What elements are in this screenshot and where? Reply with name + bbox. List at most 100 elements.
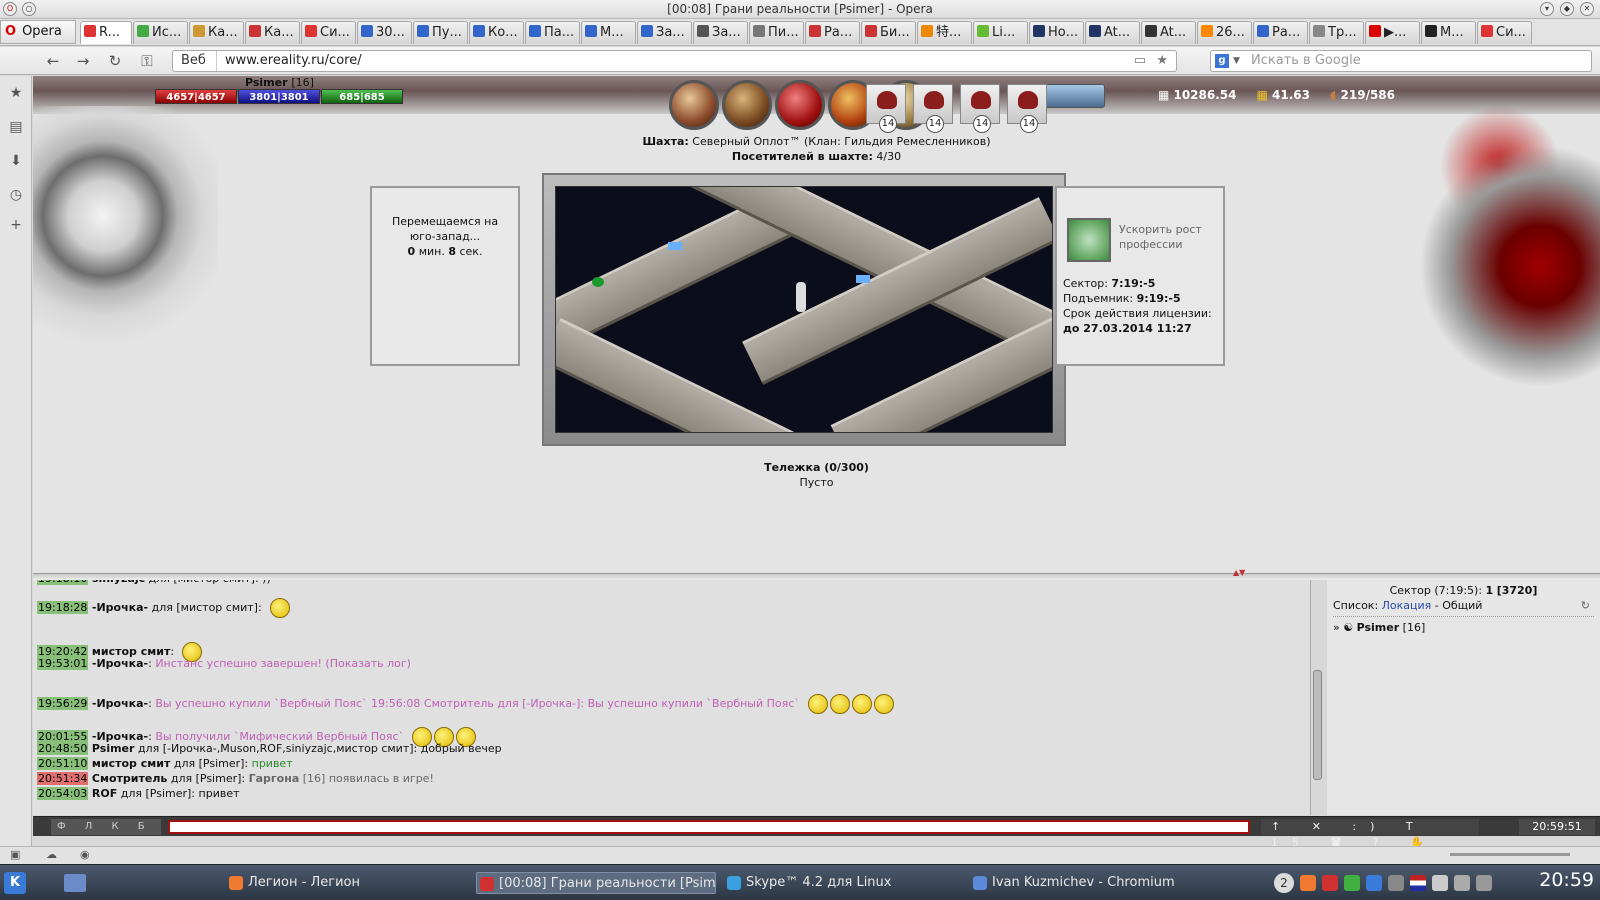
message-author[interactable]: Смотритель bbox=[92, 772, 167, 785]
character-portrait-icon[interactable] bbox=[669, 80, 719, 130]
browser-tab[interactable]: Ка... bbox=[245, 21, 300, 44]
map-wings-icon[interactable] bbox=[1045, 84, 1105, 108]
inventory-chest-icon[interactable] bbox=[722, 80, 772, 130]
add-panel-icon[interactable]: + bbox=[7, 216, 25, 234]
chat-tool-buttons[interactable]: ↑ ✕ :) T 15 ◙ ? ✋ bbox=[1261, 819, 1479, 849]
browser-tab[interactable]: Пи... bbox=[749, 21, 804, 44]
message-timestamp[interactable]: 19:53:01 bbox=[37, 657, 89, 670]
message-timestamp[interactable]: 20:54:03 bbox=[37, 787, 89, 800]
browser-tab[interactable]: 30... bbox=[357, 21, 412, 44]
bookmark-star-icon[interactable]: ★ bbox=[1156, 51, 1168, 71]
bookmarks-star-icon[interactable]: ★ bbox=[7, 84, 25, 102]
crystal[interactable] bbox=[856, 275, 870, 283]
message-author[interactable]: Psimer bbox=[92, 742, 135, 755]
browser-tab[interactable]: Си... bbox=[301, 21, 356, 44]
file-manager-icon[interactable] bbox=[64, 874, 86, 892]
player-name[interactable]: Psimer [16] bbox=[245, 76, 314, 89]
opera-tray-icon[interactable] bbox=[1322, 875, 1338, 891]
online-player-name[interactable]: Psimer bbox=[1357, 621, 1400, 634]
browser-tab[interactable]: ▶... bbox=[1365, 21, 1420, 44]
clan-flag[interactable]: 14 bbox=[866, 84, 906, 133]
chat-filter-buttons[interactable]: Ф Л К Б bbox=[51, 819, 161, 835]
zoom-slider[interactable] bbox=[1450, 853, 1570, 856]
network-tray-icon[interactable] bbox=[1366, 875, 1382, 891]
refresh-icon[interactable]: ↻ bbox=[1581, 598, 1590, 613]
search-dropdown-icon[interactable]: ▼ bbox=[1233, 51, 1240, 71]
browser-tab[interactable]: At... bbox=[1141, 21, 1196, 44]
browser-tab[interactable]: Ра... bbox=[1253, 21, 1308, 44]
system-clock[interactable]: 20:59 bbox=[1539, 869, 1594, 891]
opera-menu-button[interactable]: O Opera bbox=[0, 20, 76, 44]
minimize-icon[interactable]: ▾ bbox=[1540, 2, 1554, 16]
battery-icon[interactable] bbox=[1454, 875, 1470, 891]
browser-tab[interactable]: Ра... bbox=[805, 21, 860, 44]
rss-icon[interactable]: ▭ bbox=[1134, 51, 1146, 71]
keyboard-layout-flag-icon[interactable] bbox=[1410, 875, 1426, 891]
message-author[interactable]: -Ирочка- bbox=[92, 657, 148, 670]
resize-arrows-icon[interactable]: ▲▼ bbox=[1233, 568, 1245, 577]
tray-app-icon[interactable] bbox=[1300, 875, 1316, 891]
browser-tab[interactable]: Пу... bbox=[413, 21, 468, 44]
window-menu-icon[interactable]: ○ bbox=[22, 2, 36, 16]
chat-tray-icon[interactable] bbox=[1344, 875, 1360, 891]
message-author[interactable]: -Ирочка- bbox=[92, 697, 148, 710]
volume-icon[interactable] bbox=[1432, 875, 1448, 891]
message-timestamp[interactable]: 20:48:50 bbox=[37, 742, 89, 755]
browser-tab[interactable]: Ис... bbox=[133, 21, 188, 44]
clan-flag[interactable]: 14 bbox=[960, 84, 1000, 133]
browser-tab[interactable]: М... bbox=[1421, 21, 1476, 44]
taskbar-task[interactable]: Ivan Kuzmichev - Chromium bbox=[970, 872, 1210, 894]
browser-tab[interactable]: За... bbox=[693, 21, 748, 44]
speedup-profession-icon[interactable] bbox=[1067, 218, 1111, 262]
browser-tab[interactable]: 特... bbox=[917, 21, 972, 44]
clan-flag[interactable]: 14 bbox=[1007, 84, 1047, 133]
browser-tab[interactable]: Си... bbox=[1477, 21, 1532, 44]
close-window-icon[interactable]: ✕ bbox=[1580, 2, 1594, 16]
message-author[interactable]: siniyzajc bbox=[92, 580, 145, 585]
location-link[interactable]: Локация bbox=[1382, 599, 1432, 612]
message-timestamp[interactable]: 19:56:29 bbox=[37, 697, 89, 710]
chat-input[interactable] bbox=[168, 820, 1250, 834]
turbo-icon[interactable]: ☁ bbox=[46, 848, 57, 861]
scroll-thumb[interactable] bbox=[1313, 670, 1322, 780]
browser-tab[interactable]: Би... bbox=[861, 21, 916, 44]
downloads-icon[interactable]: ⬇ bbox=[7, 152, 25, 170]
virtual-desktops[interactable] bbox=[96, 874, 216, 892]
browser-tab[interactable]: R... bbox=[80, 21, 132, 44]
maximize-icon[interactable]: ◆ bbox=[1560, 2, 1574, 16]
message-timestamp[interactable]: 20:51:34 bbox=[37, 772, 89, 785]
browser-tab[interactable]: 26... bbox=[1197, 21, 1252, 44]
message-author[interactable]: мистор смит bbox=[92, 757, 170, 770]
browser-tab[interactable]: Тр... bbox=[1309, 21, 1364, 44]
speed-dial-icon[interactable]: ◉ bbox=[80, 848, 90, 861]
forward-icon[interactable]: → bbox=[72, 51, 94, 71]
system-message[interactable]: Вы успешно купили `Вербный Пояс` 19:56:0… bbox=[155, 697, 799, 710]
back-icon[interactable]: ← bbox=[42, 51, 64, 71]
notes-icon[interactable]: ▤ bbox=[7, 118, 25, 136]
message-author[interactable]: ROF bbox=[92, 787, 117, 800]
browser-tab[interactable]: Li... bbox=[973, 21, 1028, 44]
browser-tab[interactable]: At... bbox=[1085, 21, 1140, 44]
crystal[interactable] bbox=[668, 242, 682, 250]
chat-resize-divider[interactable]: ▲▼ bbox=[33, 568, 1600, 580]
browser-tab[interactable]: За... bbox=[637, 21, 692, 44]
kde-start-icon[interactable]: K bbox=[4, 872, 26, 894]
browser-tab[interactable]: Ка... bbox=[189, 21, 244, 44]
notification-badge[interactable]: 2 bbox=[1274, 873, 1294, 893]
taskbar-task[interactable]: Skype™ 4.2 для Linux bbox=[724, 872, 964, 894]
scissors-tray-icon[interactable] bbox=[1388, 875, 1404, 891]
search-field[interactable]: g ▼ Искать в Google bbox=[1210, 50, 1592, 72]
browser-tab[interactable]: М... bbox=[581, 21, 636, 44]
reload-icon[interactable]: ↻ bbox=[104, 51, 126, 71]
message-author[interactable]: -Ирочка- bbox=[92, 601, 148, 614]
taskbar-task[interactable]: Легион - Легион bbox=[226, 872, 456, 894]
chat-scrollbar[interactable] bbox=[1310, 580, 1324, 815]
message-timestamp[interactable]: 19:18:28 bbox=[37, 601, 89, 614]
history-clock-icon[interactable]: ◷ bbox=[7, 186, 25, 204]
crafting-hammer-icon[interactable] bbox=[775, 80, 825, 130]
speedup-profession-link[interactable]: Ускорить рост профессии bbox=[1119, 222, 1219, 252]
mentioned-player[interactable]: Гаргона bbox=[249, 772, 300, 785]
system-message[interactable]: Инстанс успешно завершен! (Показать лог) bbox=[155, 657, 411, 670]
browser-tab[interactable]: Но... bbox=[1029, 21, 1084, 44]
message-timestamp[interactable]: 20:51:10 bbox=[37, 757, 89, 770]
